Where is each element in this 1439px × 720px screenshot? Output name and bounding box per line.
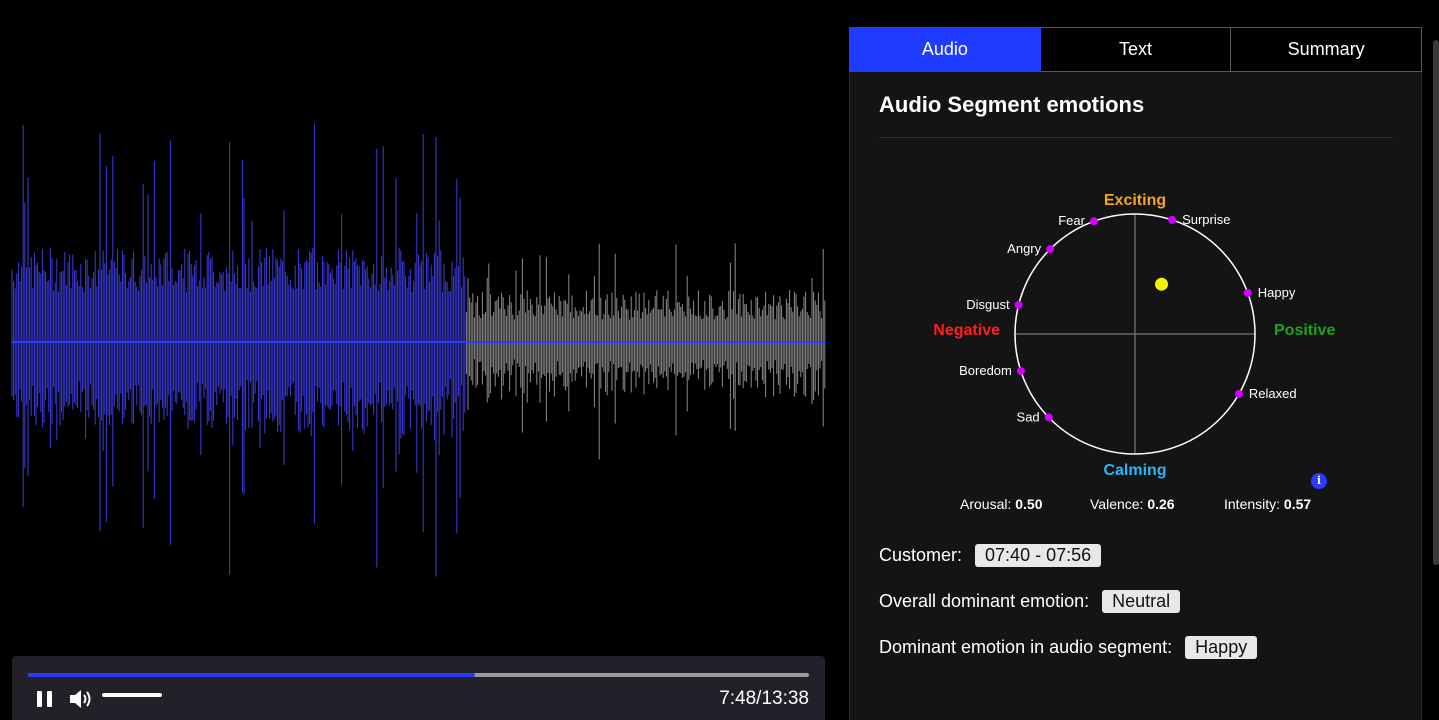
stat-valence-label: Valence: [1090, 496, 1144, 512]
time-display: 7:48/13:38 [719, 688, 809, 709]
info-icon[interactable]: i [1311, 473, 1327, 489]
overall-emotion-row: Overall dominant emotion: Neutral [879, 590, 1181, 613]
panel-title: Audio Segment emotions [879, 92, 1145, 117]
volume-slider[interactable] [102, 693, 162, 697]
pause-button[interactable] [34, 688, 56, 710]
pause-icon-bar [47, 691, 52, 707]
stat-arousal-value: 0.50 [1015, 496, 1043, 512]
emotion-points: Fear Surprise Angry Happy Disgust Boredom Sad R… [959, 212, 1297, 424]
axis-label-top: Exciting [1104, 192, 1166, 209]
stat-intensity-label: Intensity: [1224, 496, 1281, 512]
customer-row: Customer: 07:40 - 07:56 [879, 544, 1102, 567]
overall-emotion-badge: Neutral [1102, 590, 1181, 613]
customer-label: Customer: [879, 545, 963, 565]
segment-emotion-badge: Happy [1185, 636, 1258, 659]
stat-valence: Valence: 0.26 [1090, 496, 1175, 512]
segment-emotion-label: Dominant emotion in audio segment: [879, 637, 1173, 657]
progress-bar[interactable] [28, 673, 809, 677]
stat-intensity: Intensity: 0.57 [1224, 496, 1311, 512]
emotion-point-label: Happy [1258, 285, 1296, 300]
volume-button[interactable] [68, 687, 94, 711]
emotion-point [1046, 245, 1055, 254]
emotion-point-label: Relaxed [1249, 386, 1297, 401]
emotion-point [1168, 215, 1177, 224]
emotion-point-label: Boredom [959, 363, 1012, 378]
audio-player-controls: 7:48/13:38 [12, 656, 825, 720]
emotion-point [1016, 367, 1025, 376]
emotion-point-label: Fear [1058, 213, 1085, 228]
waveform-area[interactable] [0, 0, 840, 650]
axis-label-right: Positive [1274, 322, 1335, 339]
emotion-point-label: Angry [1007, 241, 1041, 256]
progress-fill [28, 673, 475, 677]
axis-label-left: Negative [933, 322, 1000, 339]
emotion-point [1044, 413, 1053, 422]
emotion-point [1014, 300, 1023, 309]
emotion-point [1243, 288, 1252, 297]
emotion-panel: Audio Text Summary Audio Segment emotion… [849, 27, 1423, 720]
tab-summary[interactable]: Summary [1231, 27, 1423, 72]
stat-intensity-value: 0.57 [1283, 496, 1312, 512]
volume-icon [70, 690, 91, 708]
current-emotion-dot [1155, 277, 1169, 291]
customer-time-badge: 07:40 - 07:56 [975, 544, 1102, 567]
tab-bar: Audio Text Summary [849, 27, 1423, 72]
emotion-circumplex: Exciting Calming Negative Positive Fear S… [933, 192, 1335, 479]
emotion-point-label: Disgust [966, 297, 1010, 312]
stat-valence-value: 0.26 [1147, 496, 1175, 512]
stat-arousal-label: Arousal: [960, 496, 1012, 512]
tab-text[interactable]: Text [1040, 27, 1232, 72]
emotion-point [1234, 390, 1243, 398]
waveform[interactable] [0, 0, 840, 650]
segment-emotion-row: Dominant emotion in audio segment: Happy [879, 636, 1258, 659]
emotion-point-label: Surprise [1182, 212, 1230, 227]
overall-emotion-label: Overall dominant emotion: [879, 591, 1090, 611]
axis-label-bottom: Calming [1103, 462, 1166, 479]
emotion-point [1089, 217, 1098, 226]
scrollbar[interactable] [1433, 40, 1439, 565]
stat-arousal: Arousal: 0.50 [960, 496, 1043, 512]
emotion-point-label: Sad [1017, 409, 1040, 424]
tab-audio[interactable]: Audio [849, 27, 1041, 72]
pause-icon [37, 691, 42, 707]
